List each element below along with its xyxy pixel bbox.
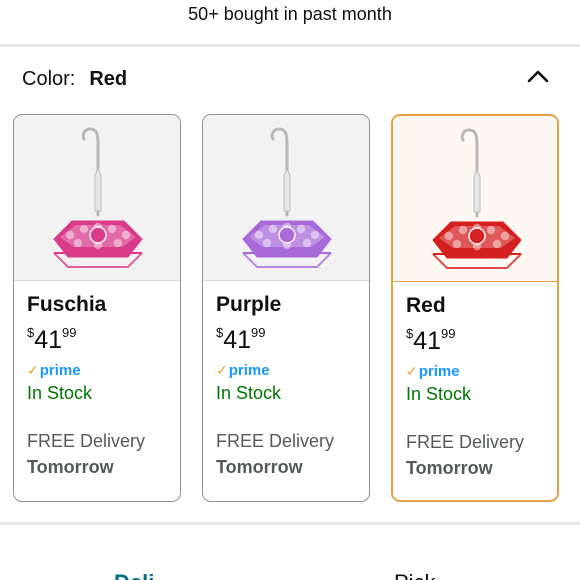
tab-pickup[interactable]: Pick: [394, 570, 436, 580]
price-whole: 41: [34, 326, 63, 354]
divider: [0, 522, 580, 525]
variant-card-red[interactable]: Red $4199 ✓ prime In Stock FREE Delivery …: [391, 114, 559, 502]
stock-status: In Stock: [216, 383, 282, 403]
prime-label: prime: [39, 361, 81, 379]
prime-check-icon: ✓: [27, 361, 39, 378]
price-whole: 41: [413, 327, 442, 355]
prime-check-icon: ✓: [406, 362, 418, 379]
variant-card-purple[interactable]: Purple $4199 ✓ prime In Stock FREE Delive…: [202, 114, 370, 502]
color-label: Color:: [22, 67, 76, 90]
delivery-text: FREE Delivery: [406, 432, 525, 452]
product-image-fuschia: [14, 115, 180, 281]
hummingbird-feeder-image: [53, 127, 143, 268]
variant-name: Fuschia: [27, 293, 107, 316]
stock-status: In Stock: [27, 383, 93, 403]
color-selector-header[interactable]: Color: Red: [22, 64, 558, 94]
price-fraction: 99: [441, 326, 456, 341]
delivery-text: FREE Delivery: [216, 431, 335, 451]
variant-price: $4199: [216, 325, 369, 357]
prime-badge: ✓ prime: [406, 360, 557, 382]
selected-color-value: Red: [89, 67, 128, 90]
variant-name: Red: [406, 294, 446, 317]
hummingbird-feeder-image: [432, 128, 522, 269]
divider: [0, 44, 580, 47]
price-fraction: 99: [62, 325, 77, 340]
product-image-purple: [203, 115, 369, 281]
product-image-red: [393, 116, 557, 282]
prime-badge: ✓ prime: [27, 359, 180, 381]
chevron-up-icon[interactable]: [526, 64, 550, 88]
tab-delivery[interactable]: Deli: [114, 570, 154, 580]
stock-status: In Stock: [406, 384, 472, 404]
variant-price: $4199: [406, 326, 557, 358]
variant-name: Purple: [216, 293, 282, 316]
variant-card-fuschia[interactable]: Fuschia $4199 ✓ prime In Stock FREE Deliv…: [13, 114, 181, 502]
prime-label: prime: [418, 362, 460, 380]
bought-in-past-month-text: 50+ bought in past month: [188, 4, 392, 24]
variant-price: $4199: [27, 325, 180, 357]
prime-check-icon: ✓: [216, 361, 228, 378]
price-fraction: 99: [251, 325, 266, 340]
delivery-day: Tomorrow: [406, 458, 493, 478]
hummingbird-feeder-image: [242, 127, 332, 268]
price-whole: 41: [223, 326, 252, 354]
delivery-day: Tomorrow: [27, 457, 114, 477]
fulfillment-tabs: Deli Pick: [0, 560, 580, 580]
delivery-day: Tomorrow: [216, 457, 303, 477]
prime-label: prime: [228, 361, 270, 379]
delivery-text: FREE Delivery: [27, 431, 146, 451]
prime-badge: ✓ prime: [216, 359, 369, 381]
